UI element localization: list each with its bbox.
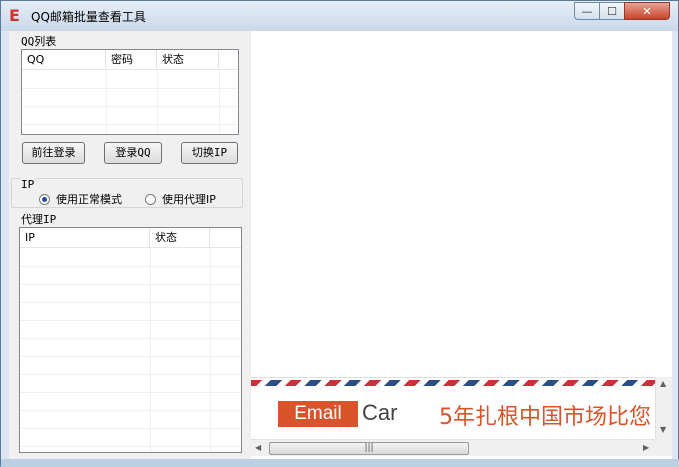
close-icon: ✕ (642, 4, 652, 18)
emailcar-banner[interactable]: Email Car 5年扎根中国市场比您 (251, 377, 655, 440)
filler-column-header (219, 50, 238, 70)
scroll-right-icon[interactable]: ▶ (643, 443, 649, 452)
minimize-button[interactable]: — (574, 2, 600, 20)
proxy-mode-label: 使用代理IP (162, 193, 216, 206)
radio-circle (145, 193, 156, 205)
go-login-button[interactable]: 前往登录 (22, 142, 85, 164)
emailcar-logo-car: Car (362, 400, 398, 425)
airmail-stripe-top (251, 380, 655, 386)
grid-line (20, 392, 241, 393)
title-bar[interactable]: E QQ邮箱批量查看工具 — ☐ ✕ (1, 1, 678, 31)
radio-circle (39, 193, 50, 205)
switch-ip-button[interactable]: 切换IP (181, 142, 238, 164)
maximize-icon: ☐ (607, 4, 617, 18)
grid-line (20, 266, 241, 267)
grid-line (150, 248, 151, 452)
ip-mode-label: IP (21, 178, 37, 191)
proxy-mode-radio[interactable]: 使用代理IP (145, 191, 216, 207)
app-icon: E (9, 6, 20, 25)
web-browser-panel[interactable]: Email Car 5年扎根中国市场比您 ▲ ▼ ◀ ||| ▶ (251, 31, 672, 459)
grid-line (22, 124, 238, 125)
radio-selected-dot (42, 196, 47, 202)
main-window: E QQ邮箱批量查看工具 — ☐ ✕ QQ列表 QQ 密码 状态 前往登录 登录… (0, 0, 679, 467)
grid-line (22, 106, 238, 107)
minimize-icon: — (581, 4, 593, 18)
grid-line (20, 428, 241, 429)
qq-list-grid[interactable]: QQ 密码 状态 (21, 49, 239, 135)
grid-line (210, 248, 211, 452)
password-column-header[interactable]: 密码 (106, 50, 157, 70)
left-panel: QQ列表 QQ 密码 状态 前往登录 登录QQ 切换IP IP 使用正常模式 使… (9, 31, 249, 459)
grid-line (20, 320, 241, 321)
emailcar-logo-email: Email (278, 401, 358, 427)
grid-line (20, 410, 241, 411)
banner-slogan: 5年扎根中国市场比您 (439, 405, 651, 430)
window-title: QQ邮箱批量查看工具 (31, 10, 146, 24)
qq-list-label: QQ列表 (21, 33, 59, 49)
grid-line (20, 338, 241, 339)
proxy-status-column-header[interactable]: 状态 (150, 228, 210, 248)
login-qq-button[interactable]: 登录QQ (104, 142, 162, 164)
close-button[interactable]: ✕ (624, 2, 670, 20)
scroll-up-icon[interactable]: ▲ (660, 379, 666, 388)
client-area: QQ列表 QQ 密码 状态 前往登录 登录QQ 切换IP IP 使用正常模式 使… (9, 31, 672, 459)
grid-line (22, 88, 238, 89)
proxy-list-grid[interactable]: IP 状态 (19, 227, 242, 453)
proxy-list-label: 代理IP (21, 211, 59, 227)
horizontal-scroll-thumb[interactable]: ||| (269, 442, 469, 455)
normal-mode-radio[interactable]: 使用正常模式 (39, 191, 122, 207)
filler-column-header (210, 228, 241, 248)
vertical-scrollbar[interactable]: ▲ ▼ (655, 377, 672, 439)
maximize-button[interactable]: ☐ (599, 2, 625, 20)
grid-line (20, 374, 241, 375)
normal-mode-label: 使用正常模式 (56, 193, 122, 206)
scroll-down-icon[interactable]: ▼ (660, 425, 666, 434)
qq-column-header[interactable]: QQ (22, 50, 106, 70)
status-column-header[interactable]: 状态 (157, 50, 219, 70)
scroll-left-icon[interactable]: ◀ (255, 443, 261, 452)
ip-column-header[interactable]: IP (20, 228, 150, 248)
grid-line (20, 284, 241, 285)
scrollbar-corner (655, 439, 672, 456)
grid-line (20, 446, 241, 447)
horizontal-scrollbar[interactable]: ◀ ||| ▶ (251, 439, 655, 456)
grid-line (20, 302, 241, 303)
grid-line (20, 356, 241, 357)
